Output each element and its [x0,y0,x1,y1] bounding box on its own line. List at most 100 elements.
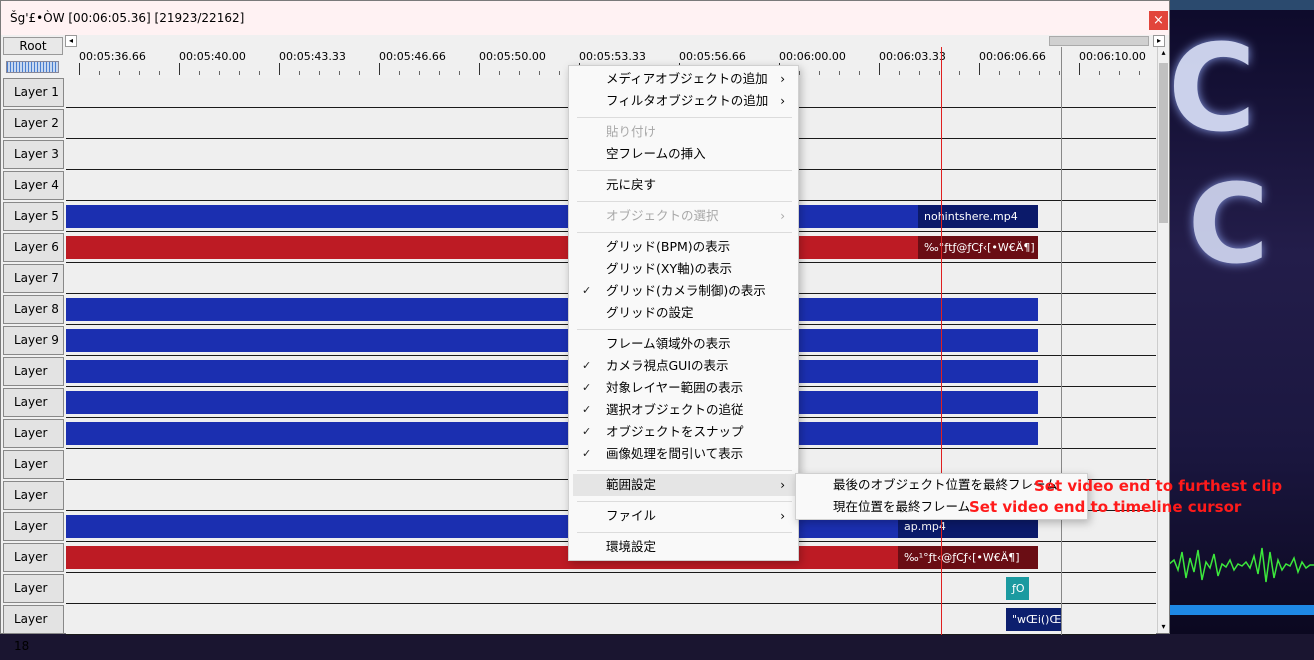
video-clip[interactable] [66,391,1038,414]
ruler-label: 00:06:00.00 [779,50,846,63]
video-clip[interactable] [66,360,1038,383]
preview-progress-bar [1168,605,1314,615]
layer-track[interactable]: ƒO [66,574,1156,604]
menu-item-show-outside-frame[interactable]: フレーム領域外の表示 [573,333,795,355]
submenu-arrow-icon: › [780,209,785,223]
menu-item-add-media-object[interactable]: メディアオブジェクトの追加 › [573,68,795,90]
layer-label[interactable]: Layer 3 [3,140,64,169]
scroll-left-arrow-icon[interactable]: ◂ [65,35,77,47]
root-button[interactable]: Root [3,37,63,55]
layer-track[interactable]: "wŒi()Œ' [66,605,1156,635]
menu-separator [577,501,792,502]
layer-label[interactable]: Layer 16 [3,543,64,591]
menu-item-snap-objects[interactable]: ✓ オブジェクトをスナップ [573,421,795,443]
menu-item-label: フレーム領域外の表示 [606,336,731,351]
scroll-up-arrow-icon[interactable]: ▴ [1158,47,1169,59]
menu-item-undo[interactable]: 元に戻す [573,174,795,196]
menu-item-grid-settings[interactable]: グリッドの設定 [573,302,795,324]
menu-item-target-layer-range[interactable]: ✓ 対象レイヤー範囲の表示 [573,377,795,399]
menu-item-camera-gui[interactable]: ✓ カメラ視点GUIの表示 [573,355,795,377]
checkmark-icon: ✓ [582,284,592,297]
video-clip[interactable] [66,329,1038,352]
video-clip-label[interactable]: nohintshere.mp4 [918,205,1038,228]
ruler-minor-tick [1059,71,1060,75]
submenu-arrow-icon: › [780,94,785,108]
ruler-major-tick [379,63,380,75]
short-clip[interactable]: ƒO [1006,577,1029,600]
horizontal-scrollbar[interactable]: ◂ ▸ [65,35,1169,47]
timeline-cursor[interactable] [941,47,942,635]
scroll-down-arrow-icon[interactable]: ▾ [1158,621,1169,633]
ruler-minor-tick [559,71,560,75]
layer-label[interactable]: Layer 14 [3,481,64,529]
layer-label[interactable]: Layer 8 [3,295,64,324]
submenu-item-cursor-end[interactable]: 現在位置を最終フレーム [800,496,970,518]
menu-item-insert-empty-frame[interactable]: 空フレームの挿入 [573,143,795,165]
layer-label[interactable]: Layer 11 [3,388,64,436]
ruler-minor-tick [539,71,540,75]
menu-item-grid-xy[interactable]: グリッド(XY軸)の表示 [573,258,795,280]
layer-label[interactable]: Layer 1 [3,78,64,107]
ruler-label: 00:05:53.33 [579,50,646,63]
menu-item-label: 貼り付け [606,124,657,139]
layer-label[interactable]: Layer 9 [3,326,64,355]
ruler-minor-tick [899,71,900,75]
checkmark-icon: ✓ [582,447,592,460]
menu-item-preferences[interactable]: 環境設定 [573,536,795,558]
checkmark-icon: ✓ [582,403,592,416]
ruler-minor-tick [959,71,960,75]
menu-item-grid-camera[interactable]: ✓ グリッド(カメラ制御)の表示 [573,280,795,302]
menu-separator [577,117,792,118]
video-preview-background: C C [1168,0,1314,634]
zoom-slider[interactable] [6,61,59,73]
menu-item-label: 範囲設定 [606,477,657,492]
layer-label[interactable]: Layer 13 [3,450,64,498]
scroll-right-arrow-icon[interactable]: ▸ [1153,35,1165,47]
layer-label[interactable]: Layer 4 [3,171,64,200]
video-clip[interactable] [66,298,1038,321]
menu-item-label: 選択オブジェクトの追従 [606,402,744,417]
checkmark-icon: ✓ [582,425,592,438]
menu-item-label: カメラ視点GUIの表示 [606,358,729,373]
menu-item-paste: 貼り付け [573,121,795,143]
ruler-major-tick [1079,63,1080,75]
ruler-minor-tick [219,71,220,75]
menu-separator [577,532,792,533]
menu-item-file[interactable]: ファイル › [573,505,795,527]
close-button[interactable]: × [1149,11,1168,30]
ruler-minor-tick [419,71,420,75]
vertical-scroll-thumb[interactable] [1159,63,1168,223]
layer-label[interactable]: Layer 2 [3,109,64,138]
menu-item-add-filter-object[interactable]: フィルタオブジェクトの追加 › [573,90,795,112]
layer-label[interactable]: Layer 15 [3,512,64,560]
ruler-major-tick [879,63,880,75]
audio-clip-label[interactable]: ‰¹°ƒt‹@ƒCƒ‹[•W€Ä¶] [898,546,1038,569]
menu-item-thin-image-processing[interactable]: ✓ 画像処理を間引いて表示 [573,443,795,465]
horizontal-scroll-thumb[interactable] [1049,36,1149,46]
ruler-label: 00:06:10.00 [1079,50,1146,63]
vertical-scrollbar[interactable]: ▴ ▾ [1157,47,1169,633]
layer-label[interactable]: Layer 5 [3,202,64,231]
ruler-minor-tick [439,71,440,75]
ruler-major-tick [279,63,280,75]
layer-label[interactable]: Layer 17 [3,574,64,622]
title-bar: Šg'£•ÒW [00:06:05.36] [21923/22162] × [1,1,1169,35]
layer-label[interactable]: Layer 10 [3,357,64,405]
menu-item-label: グリッドの設定 [606,305,694,320]
menu-item-grid-bpm[interactable]: グリッド(BPM)の表示 [573,236,795,258]
layer-label[interactable]: Layer 18 [3,605,64,653]
ruler-minor-tick [859,71,860,75]
ruler-minor-tick [1039,71,1040,75]
layer-label[interactable]: Layer 6 [3,233,64,262]
layer-label[interactable]: Layer 12 [3,419,64,467]
audio-clip-label[interactable]: ‰°ƒtƒ@ƒCƒ‹[•W€Ä¶] [918,236,1038,259]
submenu-item-last-object-end[interactable]: 最後のオブジェクト位置を最終フレーム [800,474,1058,496]
checkmark-icon: ✓ [582,359,592,372]
layer-label[interactable]: Layer 7 [3,264,64,293]
ruler-minor-tick [459,71,460,75]
ruler-minor-tick [199,71,200,75]
menu-item-follow-selected[interactable]: ✓ 選択オブジェクトの追従 [573,399,795,421]
background-clip[interactable]: "wŒi()Œ' [1006,608,1061,631]
video-clip[interactable] [66,422,1038,445]
menu-item-range-settings[interactable]: 範囲設定 › [573,474,795,496]
